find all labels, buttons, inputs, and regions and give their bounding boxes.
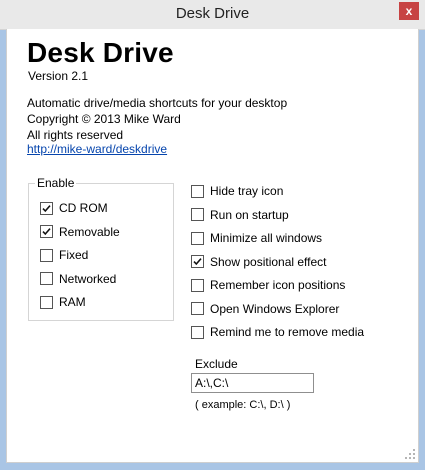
option-run-on-startup-checkbox[interactable]: Run on startup bbox=[191, 208, 289, 222]
close-icon: x bbox=[405, 4, 413, 18]
enable-groupbox: Enable CD ROM Removable Fixed Networked RAM bbox=[28, 176, 174, 321]
website-link[interactable]: http://mike-ward/deskdrive bbox=[27, 142, 167, 156]
checkbox-label: Run on startup bbox=[210, 207, 289, 222]
enable-group-legend: Enable bbox=[35, 176, 77, 190]
version-label: Version 2.1 bbox=[28, 69, 89, 83]
exclude-label: Exclude bbox=[195, 357, 238, 371]
exclude-input[interactable] bbox=[191, 373, 314, 393]
checkbox-box[interactable] bbox=[40, 201, 53, 215]
checkbox-label: Removable bbox=[59, 224, 120, 239]
checkbox-label: Remember icon positions bbox=[210, 278, 346, 292]
checkbox-box[interactable] bbox=[191, 184, 204, 198]
enable-removable-checkbox[interactable]: Removable bbox=[40, 225, 120, 239]
checkbox-label: CD ROM bbox=[59, 201, 108, 215]
option-minimize-all-windows-checkbox[interactable]: Minimize all windows bbox=[191, 231, 322, 245]
checkbox-box[interactable] bbox=[40, 272, 53, 285]
checkbox-label: Hide tray icon bbox=[210, 184, 284, 198]
app-name: Desk Drive bbox=[27, 37, 174, 68]
exclude-example: ( example: C:\, D:\ ) bbox=[195, 399, 291, 411]
enable-ram-checkbox[interactable]: RAM bbox=[40, 295, 86, 309]
checkbox-box[interactable] bbox=[191, 278, 204, 292]
resize-grip-icon[interactable] bbox=[404, 448, 416, 460]
option-remind-me-to-remove-media-checkbox[interactable]: Remind me to remove media bbox=[191, 325, 364, 339]
checkbox-box[interactable] bbox=[191, 231, 204, 245]
enable-networked-checkbox[interactable]: Networked bbox=[40, 272, 116, 286]
checkbox-label: Open Windows Explorer bbox=[210, 301, 340, 316]
checkbox-box[interactable] bbox=[191, 208, 204, 221]
checkbox-label: Remind me to remove media bbox=[210, 325, 365, 339]
about-text: Automatic drive/media shortcuts for your… bbox=[27, 95, 287, 143]
copyright-text: Copyright © 2013 Mike Ward bbox=[27, 112, 181, 126]
checkbox-box[interactable] bbox=[191, 302, 204, 315]
checkbox-box[interactable] bbox=[191, 325, 204, 339]
enable-cd-rom-checkbox[interactable]: CD ROM bbox=[40, 201, 108, 215]
enable-fixed-checkbox[interactable]: Fixed bbox=[40, 248, 88, 262]
rights-text: All rights reserved bbox=[27, 128, 124, 142]
client-area: Desk Drive Version 2.1 Automatic drive/m… bbox=[6, 29, 419, 463]
checkbox-box[interactable] bbox=[40, 225, 53, 238]
checkbox-box[interactable] bbox=[191, 255, 204, 268]
option-open-windows-explorer-checkbox[interactable]: Open Windows Explorer bbox=[191, 302, 339, 316]
description-text: Automatic drive/media shortcuts for your… bbox=[27, 96, 288, 110]
app-window: Desk Drive x Desk Drive Version 2.1 Auto… bbox=[0, 0, 425, 470]
checkbox-label: RAM bbox=[59, 295, 86, 309]
option-hide-tray-icon-checkbox[interactable]: Hide tray icon bbox=[191, 184, 283, 198]
title-bar[interactable]: Desk Drive x bbox=[0, 0, 425, 30]
check-icon bbox=[193, 258, 202, 266]
checkbox-box[interactable] bbox=[40, 248, 53, 262]
checkbox-label: Networked bbox=[59, 271, 117, 286]
checkbox-label: Fixed bbox=[59, 248, 89, 262]
checkbox-label: Minimize all windows bbox=[210, 231, 323, 245]
checkbox-label: Show positional effect bbox=[210, 254, 327, 269]
window-title: Desk Drive bbox=[175, 5, 250, 22]
check-icon bbox=[42, 204, 51, 212]
option-remember-icon-positions-checkbox[interactable]: Remember icon positions bbox=[191, 278, 345, 292]
option-show-positional-effect-checkbox[interactable]: Show positional effect bbox=[191, 255, 327, 269]
checkbox-box[interactable] bbox=[40, 295, 53, 309]
close-button[interactable]: x bbox=[399, 2, 419, 20]
check-icon bbox=[42, 228, 51, 236]
